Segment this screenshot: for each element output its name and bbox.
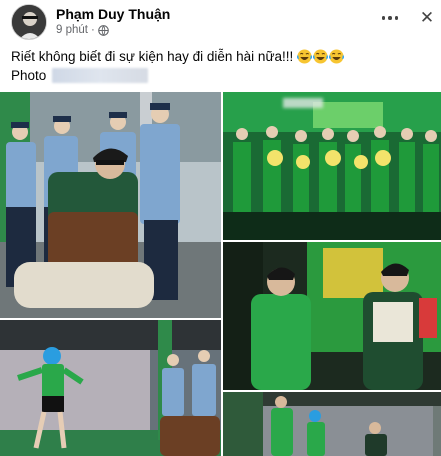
photo-stage-dance-duo[interactable]: [223, 392, 441, 456]
caption-line-1: Riết không biết đi sự kiện hay đi diễn h…: [11, 47, 431, 66]
blurred-photo-credit: [52, 68, 149, 83]
laughing-crying-emoji: [313, 49, 329, 64]
caption-text: Riết không biết đi sự kiện hay đi diễn h…: [11, 49, 294, 64]
photo-green-jacket-duo-screen[interactable]: [223, 242, 441, 390]
caption-line-2: Photo: [11, 66, 431, 85]
laughing-crying-emoji: [297, 49, 313, 64]
more-dot: [388, 16, 392, 20]
photo-credit-label: Photo: [11, 68, 47, 83]
facebook-post: Phạm Duy Thuận 9 phút · ✕ Riết không biế…: [0, 0, 441, 456]
laughing-crying-emoji: [329, 49, 345, 64]
close-button[interactable]: ✕: [415, 6, 439, 30]
photo-guards-crouching-man[interactable]: [0, 92, 221, 318]
more-options-button[interactable]: [377, 8, 403, 28]
photo-dancer-blue-hair[interactable]: [0, 320, 221, 456]
author-avatar[interactable]: [11, 4, 47, 40]
post-caption: Riết không biết đi sự kiện hay đi diễn h…: [11, 47, 431, 85]
post-time[interactable]: 9 phút: [56, 24, 88, 36]
emoji-row: [297, 49, 345, 64]
globe-icon: [98, 24, 109, 36]
photo-grid: [0, 92, 441, 456]
post-meta: 9 phút ·: [56, 24, 109, 36]
photo-stage-group-flowers[interactable]: [223, 92, 441, 240]
more-dot: [394, 16, 399, 20]
meta-separator: ·: [90, 24, 95, 36]
author-name[interactable]: Phạm Duy Thuận: [56, 6, 170, 22]
post-header: Phạm Duy Thuận 9 phút · ✕: [0, 0, 441, 44]
more-dots-icon: [381, 16, 386, 20]
